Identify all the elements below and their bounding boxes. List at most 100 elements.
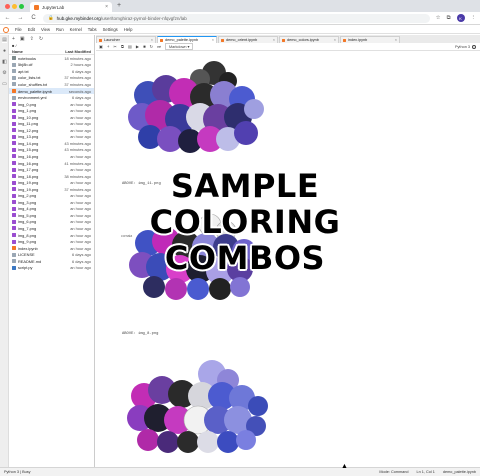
file-row[interactable]: img_17.png an hour ago <box>9 166 94 173</box>
doc-tab-title: Launcher <box>104 38 120 42</box>
close-window-button[interactable] <box>5 4 10 9</box>
new-folder-icon[interactable]: ▣ <box>20 36 25 42</box>
maximize-window-button[interactable] <box>19 4 24 9</box>
file-row[interactable]: LICENSE 6 days ago <box>9 251 94 258</box>
file-modified: 2 hours ago <box>70 62 91 68</box>
new-launcher-icon[interactable]: + <box>12 36 15 42</box>
menu-tabs[interactable]: Tabs <box>88 27 97 32</box>
commands-icon[interactable]: ◧ <box>2 60 7 65</box>
file-row[interactable]: img_7.png an hour ago <box>9 225 94 232</box>
status-position[interactable]: Ln 1, Col 1 <box>416 470 434 474</box>
menu-file[interactable]: File <box>15 27 22 32</box>
file-row[interactable]: notebooks 18 minutes ago <box>9 55 94 62</box>
protein-image-top <box>128 61 264 153</box>
file-browser: + ▣ ⇪ ↻ ■ / Name Last Modified notebooks… <box>9 35 95 467</box>
file-row[interactable]: img_19.png 37 minutes ago <box>9 186 94 193</box>
menu-view[interactable]: View <box>41 27 50 32</box>
browser-tab-jupyterlab[interactable]: JupyterLab × <box>30 2 112 12</box>
file-row[interactable]: img_13.png an hour ago <box>9 134 94 141</box>
file-row[interactable]: img_14.png 43 minutes ago <box>9 140 94 147</box>
file-row[interactable]: apt.txt 6 days ago <box>9 68 94 75</box>
file-row[interactable]: img_8.png an hour ago <box>9 232 94 239</box>
file-row[interactable]: 5bj8b.cif 2 hours ago <box>9 62 94 69</box>
file-file-icon <box>12 95 16 100</box>
file-row[interactable]: img_15.png 43 minutes ago <box>9 147 94 154</box>
image-file-icon <box>12 200 16 205</box>
file-modified: an hour ago <box>70 167 91 173</box>
file-row[interactable]: color_lists.txt 37 minutes ago <box>9 75 94 82</box>
cell-type-select[interactable]: Markdown ▾ <box>164 43 194 50</box>
menu-help[interactable]: Help <box>124 27 133 32</box>
doc-tab[interactable]: demo_palette.ipynb × <box>157 36 217 43</box>
file-row[interactable]: environment.yml 6 days ago <box>9 94 94 101</box>
file-row[interactable]: img_11.png an hour ago <box>9 120 94 127</box>
file-row[interactable]: demo_palette.ipynb seconds ago <box>9 87 94 95</box>
copy-icon[interactable]: ⧉ <box>121 44 124 49</box>
run-icon[interactable]: ▶ <box>136 44 139 49</box>
menu-kernel[interactable]: Kernel <box>70 27 82 32</box>
menu-run[interactable]: Run <box>56 27 64 32</box>
file-row[interactable]: img_18.png 38 minutes ago <box>9 173 94 180</box>
cut-icon[interactable]: ✂ <box>113 44 117 49</box>
doc-tab[interactable]: Launcher × <box>96 36 156 43</box>
close-tab-icon[interactable]: × <box>212 38 214 42</box>
upload-icon[interactable]: ⇪ <box>30 36 34 42</box>
file-row[interactable]: index.ipynb an hour ago <box>9 245 94 252</box>
url-input[interactable]: 🔒 hub.gke.mybinder.org/user/tomghiraz-py… <box>43 13 430 23</box>
browser-menu-icon[interactable]: ⋮ <box>471 15 477 21</box>
close-tab-icon[interactable]: × <box>395 38 397 42</box>
column-last-modified[interactable]: Last Modified <box>65 49 91 54</box>
menu-edit[interactable]: Edit <box>28 27 35 32</box>
fast-forward-icon[interactable]: ⏭ <box>157 44 161 49</box>
file-row[interactable]: img_6.png an hour ago <box>9 219 94 226</box>
file-row[interactable]: img_5.png an hour ago <box>9 212 94 219</box>
running-icon[interactable]: ● <box>2 49 7 54</box>
insert-cell-icon[interactable]: + <box>107 44 109 49</box>
extensions-icon[interactable]: ⧉ <box>447 15 451 22</box>
close-tab-icon[interactable]: × <box>273 38 275 42</box>
image-file-icon <box>12 108 16 113</box>
file-row[interactable]: script.py an hour ago <box>9 265 94 272</box>
file-row[interactable]: img_9.png an hour ago <box>9 238 94 245</box>
save-icon[interactable]: ▣ <box>99 44 103 49</box>
file-row[interactable]: img_4.png an hour ago <box>9 206 94 213</box>
file-row[interactable]: img_19.png an hour ago <box>9 179 94 186</box>
close-tab-icon[interactable]: × <box>334 38 336 42</box>
file-row[interactable]: img_2.png an hour ago <box>9 192 94 199</box>
file-row[interactable]: img_1.png an hour ago <box>9 107 94 114</box>
file-row[interactable]: img_16.png an hour ago <box>9 153 94 160</box>
new-tab-button[interactable]: + <box>117 2 121 9</box>
doc-tab[interactable]: index.ipynb × <box>340 36 400 43</box>
property-inspector-icon[interactable]: ⚙ <box>2 71 7 76</box>
file-row[interactable]: README.md 6 days ago <box>9 258 94 265</box>
back-button[interactable]: ← <box>4 15 11 21</box>
doc-tab[interactable]: demo_orient.ipynb × <box>218 36 278 43</box>
minimize-window-button[interactable] <box>12 4 17 9</box>
refresh-icon[interactable]: ↻ <box>39 36 43 42</box>
protein-image-bottom <box>127 360 268 453</box>
file-name: img_17.png <box>18 167 39 173</box>
file-name: img_19.png <box>18 180 39 186</box>
profile-avatar[interactable]: K <box>456 14 465 22</box>
kernel-indicator[interactable]: Python 3 <box>455 44 476 49</box>
forward-button[interactable]: → <box>17 15 24 21</box>
close-tab-icon[interactable]: × <box>105 4 108 10</box>
file-row[interactable]: img_12.png an hour ago <box>9 127 94 134</box>
file-row[interactable]: img_16.png 41 minutes ago <box>9 160 94 167</box>
reload-button[interactable]: C <box>30 15 37 21</box>
file-row[interactable]: color_shuffles.txt 37 minutes ago <box>9 81 94 88</box>
status-kernel[interactable]: Python 3 | Busy <box>4 470 31 474</box>
folder-icon[interactable]: ▤ <box>2 38 7 43</box>
file-row[interactable]: img_0.png an hour ago <box>9 101 94 108</box>
menu-settings[interactable]: Settings <box>103 27 118 32</box>
bookmark-star-icon[interactable]: ☆ <box>436 15 441 21</box>
file-row[interactable]: img_3.png an hour ago <box>9 199 94 206</box>
file-row[interactable]: img_10.png an hour ago <box>9 114 94 121</box>
close-tab-icon[interactable]: × <box>151 38 153 42</box>
interrupt-icon[interactable]: ■ <box>143 44 146 49</box>
tabs-icon[interactable]: ▭ <box>2 82 7 87</box>
doc-tab[interactable]: demo_colors.ipynb × <box>279 36 339 43</box>
restart-icon[interactable]: ↻ <box>150 44 154 49</box>
paste-icon[interactable]: ▤ <box>128 44 132 49</box>
column-name[interactable]: Name <box>12 49 23 54</box>
